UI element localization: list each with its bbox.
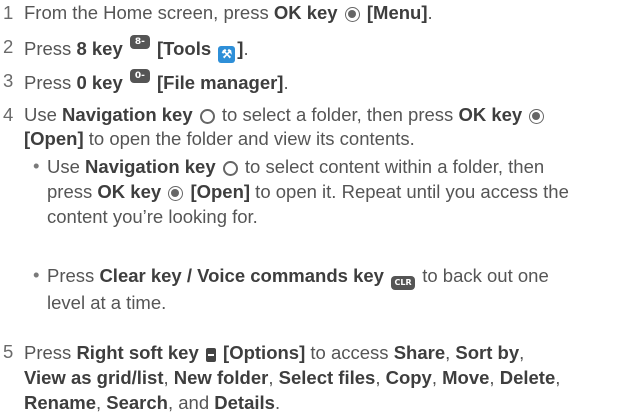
step-text: Use Navigation key to select a folder, t…	[24, 103, 642, 151]
navigation-key-icon	[199, 109, 215, 124]
step-text: Press Right soft key [Options] to access…	[24, 342, 561, 413]
ok-key-icon	[344, 7, 360, 22]
step-text: From the Home screen, press OK key [Menu…	[24, 2, 433, 23]
navigation-key-icon	[222, 161, 238, 176]
bullet-text: Press Clear key / Voice commands key CLR…	[47, 265, 549, 313]
instruction-document: 1 From the Home screen, press OK key [Me…	[0, 0, 644, 417]
right-soft-key-icon	[205, 348, 216, 362]
step-number: 3	[3, 70, 14, 91]
step-number: 2	[3, 36, 14, 57]
tools-icon: ⚒	[218, 46, 236, 63]
bullet-dot: •	[33, 155, 40, 176]
bullet-text: Use Navigation key to select content wit…	[47, 156, 569, 227]
step-text: Press 0 key 0-next [File manager].	[24, 69, 289, 95]
step-number: 4	[3, 104, 14, 125]
step-number: 1	[3, 2, 14, 23]
step-4: 4 Use Navigation key to select a folder,…	[0, 103, 644, 323]
key-8-icon: 8-tuv	[129, 35, 150, 61]
clr-key-icon: CLR	[391, 276, 416, 290]
ok-key-icon	[168, 186, 184, 201]
key-0-icon: 0-next	[129, 69, 153, 95]
bullet-dot: •	[33, 264, 40, 285]
step-number: 5	[3, 341, 14, 362]
step-text: Press 8 key 8-tuv [Tools ⚒].	[24, 35, 249, 63]
ok-key-icon	[529, 109, 545, 124]
